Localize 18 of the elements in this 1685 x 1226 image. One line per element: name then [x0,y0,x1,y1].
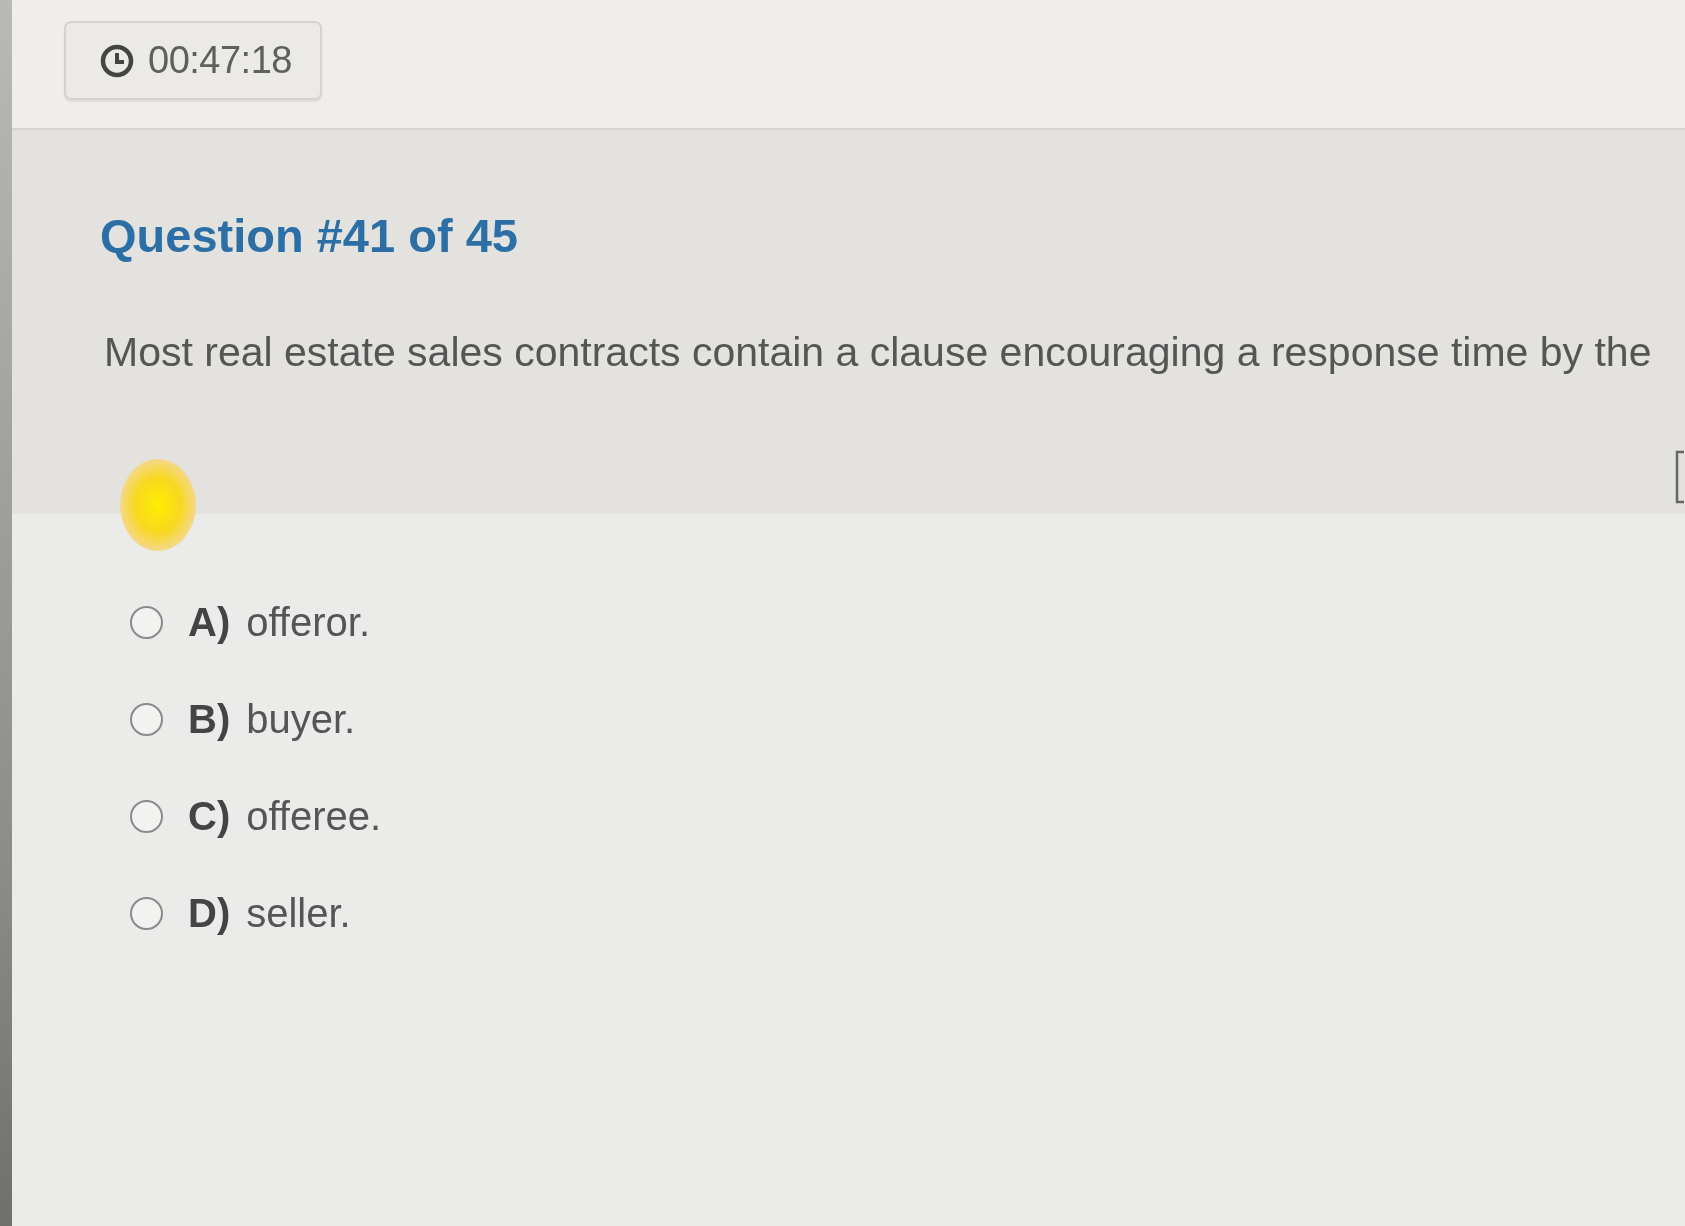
option-letter: B) [188,697,231,742]
option-text[interactable]: offeree. [246,794,382,839]
radio-button[interactable] [130,703,163,736]
radio-button[interactable] [130,800,163,833]
option-text[interactable]: seller. [246,891,351,936]
option-letter: A) [188,600,231,645]
bracket-icon [1675,450,1685,504]
clock-icon [100,43,134,78]
question-title: Question #41 of 45 [100,210,518,262]
option-letter: D) [188,891,231,936]
radio-button[interactable] [130,606,163,639]
option-text[interactable]: offeror. [246,600,370,645]
option-letter: C) [188,794,231,839]
radio-button[interactable] [130,897,163,930]
glare-spot-icon [118,457,198,553]
timer-text: 00:47:18 [148,39,292,82]
question-text: Most real estate sales contracts contain a clause encouraging a response time by the [104,327,1652,377]
option-text[interactable]: buyer. [246,697,356,742]
